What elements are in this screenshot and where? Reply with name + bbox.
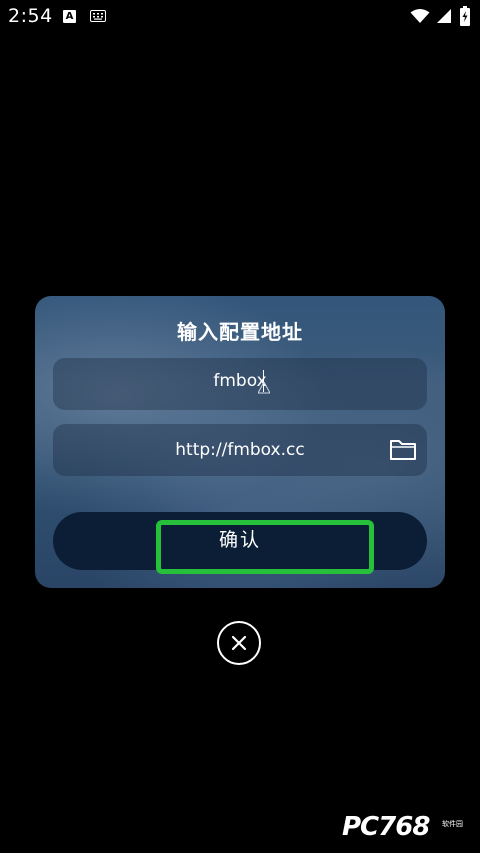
folder-icon[interactable] <box>389 438 417 462</box>
watermark-logo: PC768 软件园 <box>342 812 472 846</box>
config-url-input[interactable]: http://fmbox.cc <box>53 424 427 476</box>
status-time: 2:54 <box>8 5 53 27</box>
wifi-icon <box>410 9 430 23</box>
cursor-handle-icon[interactable] <box>258 382 270 394</box>
watermark-text: PC768 <box>342 812 430 842</box>
close-button[interactable] <box>217 621 261 665</box>
highlight-annotation <box>156 520 374 574</box>
dialog-title: 输入配置地址 <box>177 320 303 344</box>
config-name-input[interactable]: fmbox <box>53 358 427 410</box>
status-bar: 2:54 A <box>0 0 480 34</box>
screen: 2:54 A 输入配置地址 fmbox http://fmbox.cc 确认 P… <box>0 0 480 853</box>
keyboard-icon <box>90 10 106 22</box>
config-name-value: fmbox <box>213 371 267 391</box>
watermark-sub: 软件园 <box>442 820 463 828</box>
battery-icon <box>460 6 470 26</box>
config-url-value: http://fmbox.cc <box>175 440 305 460</box>
signal-icon <box>437 9 451 23</box>
a-notification-icon: A <box>63 10 76 23</box>
close-icon <box>231 635 247 651</box>
